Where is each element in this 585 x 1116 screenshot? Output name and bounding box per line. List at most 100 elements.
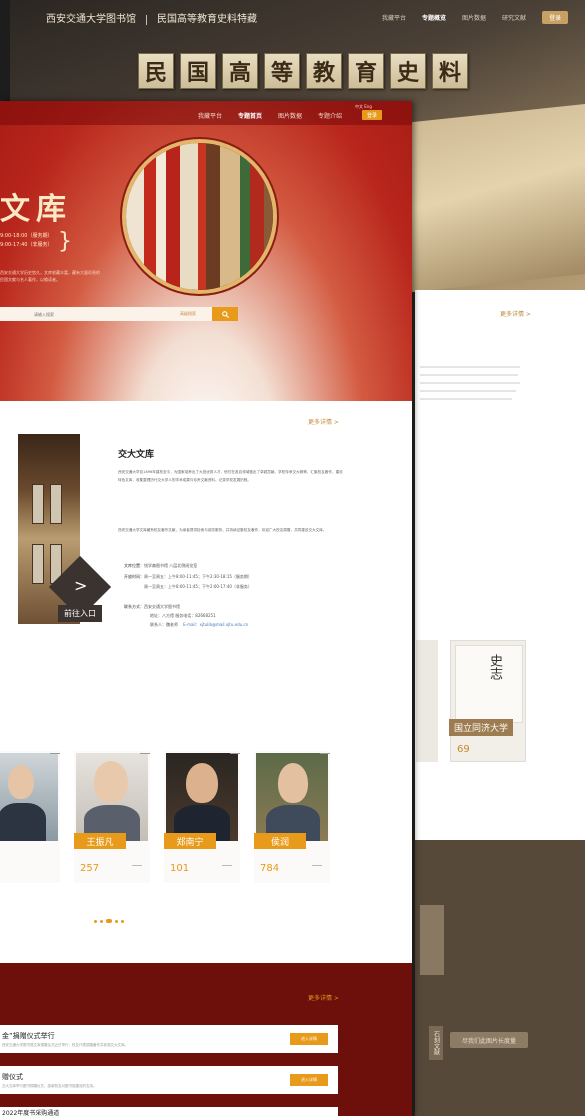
nav-images[interactable]: 图片数据 [278, 111, 302, 120]
stone-stele-image [420, 905, 444, 975]
arrow-icon [320, 753, 330, 754]
info-contact-line: 地址：八方馆 服务电话：82668251 [150, 613, 216, 618]
advanced-search-link[interactable]: 高级搜索 [180, 311, 210, 317]
chevron-right-icon: > [74, 576, 88, 595]
hero-hours: 9:00-18:00（服务期） 9:00-17:40（非服务） [0, 232, 52, 250]
news-detail-button[interactable]: 进入详情 [290, 1074, 328, 1086]
main-nav: 我藏平台 专题首页 图片数据 专题介绍 [198, 111, 342, 120]
author-name: 侯润 [254, 833, 306, 849]
author-photo [0, 753, 58, 841]
author-photo [166, 753, 238, 841]
page-dot[interactable] [115, 919, 118, 923]
author-card[interactable]: 王振凡 257 [74, 751, 150, 883]
hero-title: 文库 [0, 192, 72, 227]
intro-paragraph: 西安交通大学自1896年建校至今，为国家培养出了大批优秀人才，他们在各自领域做出… [118, 470, 343, 483]
archive-seal-title: 民 国 高 等 教 育 史 料 [138, 53, 468, 89]
arrow-icon [132, 865, 142, 866]
news-title: 2022年度书采购通道 [2, 1110, 60, 1116]
arrow-icon [50, 753, 60, 754]
nav-research[interactable]: 研究文献 [502, 13, 526, 22]
news-item[interactable]: 金”捐赠仪式举行 西安交通大学图书馆文库捐赠仪式近日举行，校友代表捐赠著作并参观… [0, 1025, 338, 1053]
info-contact: 联系方式：西安交通大学图书馆 [124, 604, 180, 609]
bookshelf-photo [122, 139, 277, 294]
page-dot-active[interactable] [106, 919, 112, 923]
carousel-pagination [94, 919, 124, 923]
author-name: 王振凡 [74, 833, 126, 849]
author-photo [76, 753, 148, 841]
author-count: 784 [260, 863, 280, 874]
page-dot[interactable] [121, 919, 124, 923]
news-item[interactable]: 赠仪式 交大文库举行图书捐赠仪式，感谢校友对图书馆建设的支持。 进入详情 [0, 1066, 338, 1094]
hero-description: 西安交通大学历史悠久，文库收藏丰富，藏有大量珍贵的民国文献与名人著作，以飨读者。 [0, 270, 100, 282]
login-button[interactable]: 登录 [362, 110, 382, 120]
archive-site-title: 民国高等教育史料特藏 [157, 14, 257, 25]
arrow-icon [140, 753, 150, 754]
news-item[interactable]: 2022年度书采购通道 [0, 1107, 338, 1116]
search-icon [221, 310, 229, 318]
author-card[interactable]: 郑南宁 101 [164, 751, 240, 883]
seal-char: 教 [306, 53, 342, 89]
collection-count: 69 [457, 744, 470, 755]
hours-line: 9:00-18:00（服务期） [0, 233, 53, 239]
brace-decoration: } [58, 229, 72, 254]
page-dot[interactable] [94, 919, 97, 923]
book-cover: 史志 [455, 645, 523, 723]
university-library-logo[interactable]: 西安交通大学图书馆 [46, 14, 136, 25]
archive-nav: 我藏平台 专题概览 图片数据 研究文献 登录 [382, 11, 569, 24]
arrow-icon [312, 865, 322, 866]
arrow-icon [230, 753, 240, 754]
intro-paragraph: 西安交通大学文库藏有校友著作文献，为读者提供检索与阅览服务，并持续征集校友著作，… [118, 528, 327, 532]
archive-footer-section [415, 840, 585, 1116]
section-title: 交大文库 [118, 450, 155, 460]
nav-platform[interactable]: 我藏平台 [198, 111, 222, 120]
author-count: 101 [170, 863, 190, 874]
news-desc: 交大文库举行图书捐赠仪式，感谢校友对图书馆建设的支持。 [2, 1084, 97, 1088]
seal-char: 料 [432, 53, 468, 89]
news-detail-button[interactable]: 进入详情 [290, 1033, 328, 1045]
info-contact-person: 联系人：魏老师 E-mail：xjtulib@mail.xjtu.edu.cn [150, 622, 249, 627]
text-line [420, 374, 518, 376]
author-card[interactable] [0, 751, 60, 883]
text-line [420, 382, 520, 384]
nav-platform[interactable]: 我藏平台 [382, 13, 406, 22]
nav-overview[interactable]: 专题概览 [422, 13, 446, 22]
news-title: 赠仪式 [2, 1073, 23, 1081]
arrow-icon [222, 865, 232, 866]
info-hours: 开放时间：周一至周五：上午8:00-11:45；下午2:30-18:15（服务期… [124, 574, 252, 579]
text-line [420, 398, 512, 400]
info-location: 文库位置：钱学森图书馆 八层北侧阅览室 [124, 563, 198, 568]
news-more-link[interactable]: 更多详情 > [308, 993, 339, 1002]
author-card[interactable]: 侯润 784 [254, 751, 330, 883]
seal-char: 民 [138, 53, 174, 89]
author-count: 257 [80, 863, 100, 874]
news-desc: 西安交通大学图书馆文库捐赠仪式近日举行，校友代表捐赠著作并参观交大文库。 [2, 1043, 128, 1047]
archive-login-button[interactable]: 登录 [542, 11, 569, 24]
archive-bottom-link[interactable]: 尽我们此图片长度量 [450, 1032, 528, 1048]
seal-char: 高 [222, 53, 258, 89]
info-hours-2: 周一至周五：上午8:00-11:45；下午2:00-17:40（非服务） [144, 584, 252, 589]
seal-char: 国 [180, 53, 216, 89]
seal-char: 等 [264, 53, 300, 89]
library-page: 我藏平台 专题首页 图片数据 专题介绍 中文 Eng 登录 文库 9:00-18… [0, 101, 412, 1116]
news-title: 金”捐赠仪式举行 [2, 1032, 55, 1040]
nav-images[interactable]: 图片数据 [462, 13, 486, 22]
enter-button[interactable]: 前往入口 [58, 605, 102, 622]
more-details-link[interactable]: 更多详情 > [308, 417, 339, 426]
search-input[interactable] [0, 311, 180, 317]
seal-char: 史 [390, 53, 426, 89]
hours-line: 9:00-17:40（非服务） [0, 242, 53, 248]
archive-more-link[interactable]: 更多详情 > [500, 309, 531, 318]
seal-char: 育 [348, 53, 384, 89]
page-dot[interactable] [100, 919, 103, 923]
archive-brand: 西安交通大学图书馆 民国高等教育史料特藏 [46, 10, 257, 25]
author-name: 郑南宁 [164, 833, 216, 849]
archive-collection-card[interactable]: 史志 国立同济大学 69 [449, 640, 526, 762]
nav-home[interactable]: 专题首页 [238, 111, 262, 120]
nav-intro[interactable]: 专题介绍 [318, 111, 342, 120]
archive-vertical-label: 石刻文献 [429, 1026, 443, 1060]
text-line [420, 390, 516, 392]
archive-card-partial[interactable] [416, 640, 438, 762]
author-photo [256, 753, 328, 841]
search-button[interactable] [212, 307, 238, 321]
search-bar: 高级搜索 [0, 307, 236, 321]
